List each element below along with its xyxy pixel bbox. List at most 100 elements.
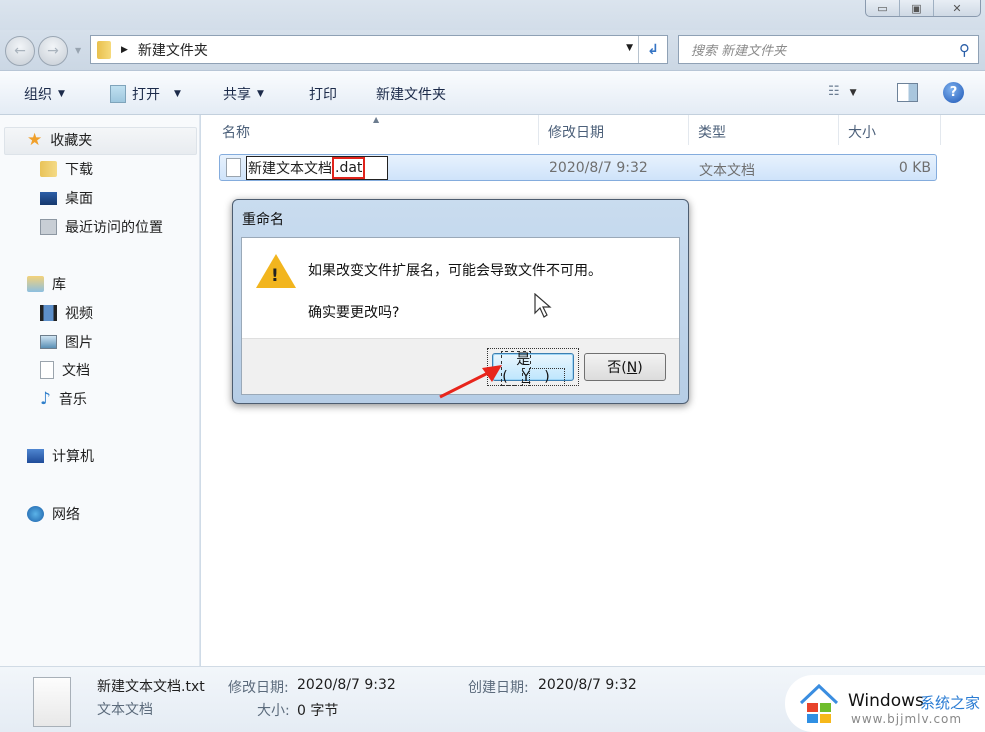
star-icon: ★ xyxy=(27,130,43,150)
change-view-button[interactable]: ☷ ▼ xyxy=(828,84,857,99)
sidebar-label: 视频 xyxy=(65,306,93,322)
chevron-down-icon: ▼ xyxy=(174,89,181,99)
column-header-modified[interactable]: 修改日期 xyxy=(548,122,604,142)
breadcrumb-item[interactable]: 新建文件夹 xyxy=(138,40,208,60)
sidebar-label: 收藏夹 xyxy=(50,133,93,149)
sidebar-label: 音乐 xyxy=(58,392,87,408)
new-folder-button[interactable]: 新建文件夹 xyxy=(376,84,446,104)
details-size-label: 大小: xyxy=(257,703,290,719)
forward-button[interactable]: → xyxy=(38,36,68,66)
print-button[interactable]: 打印 xyxy=(309,84,337,104)
sidebar-item-videos[interactable]: 视频 xyxy=(40,303,93,323)
help-button[interactable]: ? xyxy=(943,82,964,103)
details-created-value: 2020/8/7 9:32 xyxy=(538,677,637,693)
sidebar-item-libraries[interactable]: 库 xyxy=(27,274,66,294)
column-divider[interactable] xyxy=(838,115,839,145)
help-icon: ? xyxy=(949,85,958,100)
column-divider[interactable] xyxy=(940,115,941,145)
organize-label: 组织 xyxy=(24,87,52,103)
details-filename: 新建文本文档.txt xyxy=(97,679,205,695)
cell-size: 0 KB xyxy=(898,160,931,176)
watermark-url: www.bjjmlv.com xyxy=(851,712,963,726)
dialog-message: 如果改变文件扩展名，可能会导致文件不可用。 xyxy=(308,263,602,279)
sidebar-item-documents[interactable]: 文档 xyxy=(40,360,90,380)
recent-pages-dropdown[interactable]: ▼ xyxy=(75,46,81,55)
sidebar-label: 桌面 xyxy=(65,191,93,207)
details-type: 文本文档 xyxy=(97,702,153,718)
extension-highlight: .dat xyxy=(332,157,366,179)
text-file-large-icon xyxy=(33,677,71,727)
chevron-down-icon: ▼ xyxy=(849,88,857,98)
maximize-icon: ▣ xyxy=(911,1,922,15)
back-arrow-icon: ← xyxy=(14,43,26,59)
sidebar-item-pictures[interactable]: 图片 xyxy=(40,332,93,352)
annotation-arrow-icon xyxy=(439,365,502,399)
column-divider[interactable] xyxy=(688,115,689,145)
search-icon[interactable]: ⚲ xyxy=(959,41,970,59)
share-label: 共享 xyxy=(223,87,251,103)
desktop-icon xyxy=(40,191,57,205)
column-header-name[interactable]: 名称 xyxy=(222,122,250,142)
open-button[interactable]: 打开 ▼ xyxy=(110,84,181,104)
preview-pane-button[interactable] xyxy=(897,83,918,102)
column-header-type[interactable]: 类型 xyxy=(698,122,726,142)
address-bar[interactable]: ▶ 新建文件夹 ▼ ↲ xyxy=(90,35,668,64)
minimize-button[interactable]: ▭ xyxy=(866,0,900,16)
sidebar-label: 图片 xyxy=(65,335,93,351)
sidebar-label: 下载 xyxy=(65,162,93,178)
window-controls: ▭ ▣ ✕ xyxy=(865,0,981,17)
computer-icon xyxy=(27,449,44,463)
windows-home-logo-icon xyxy=(799,683,839,723)
search-placeholder: 搜索 新建文件夹 xyxy=(691,44,787,59)
details-modified-value: 2020/8/7 9:32 xyxy=(297,677,396,693)
search-input[interactable]: 搜索 新建文件夹 ⚲ xyxy=(678,35,979,64)
refresh-button[interactable]: ↲ xyxy=(638,36,667,63)
minimize-icon: ▭ xyxy=(877,1,888,15)
maximize-button[interactable]: ▣ xyxy=(900,0,934,16)
warning-exclamation: ! xyxy=(271,266,279,286)
downloads-icon xyxy=(40,161,57,177)
details-modified-label: 修改日期: xyxy=(228,680,289,696)
dialog-question: 确实要更改吗? xyxy=(308,305,400,321)
address-dropdown-icon[interactable]: ▼ xyxy=(626,43,633,53)
refresh-icon: ↲ xyxy=(647,41,659,58)
cell-type: 文本文档 xyxy=(699,163,755,179)
libraries-icon xyxy=(27,276,44,292)
chevron-down-icon: ▼ xyxy=(58,89,65,99)
no-button[interactable]: 否(N) xyxy=(584,353,666,381)
back-button[interactable]: ← xyxy=(5,36,35,66)
video-icon xyxy=(40,305,57,321)
folder-icon xyxy=(97,40,111,59)
close-button[interactable]: ✕ xyxy=(934,0,980,16)
sidebar-item-network[interactable]: 网络 xyxy=(27,504,80,524)
details-created-label: 创建日期: xyxy=(468,680,529,696)
watermark: Windows 系统之家 www.bjjmlv.com xyxy=(785,675,985,732)
sidebar-label: 最近访问的位置 xyxy=(65,220,163,236)
sidebar-item-computer[interactable]: 计算机 xyxy=(27,446,94,466)
sidebar-item-favorites[interactable]: ★ 收藏夹 xyxy=(27,130,92,150)
sidebar-item-desktop[interactable]: 桌面 xyxy=(40,188,93,208)
column-divider[interactable] xyxy=(538,115,539,145)
new-folder-label: 新建文件夹 xyxy=(376,87,446,103)
dialog-title: 重命名 xyxy=(242,212,284,228)
chevron-down-icon: ▼ xyxy=(257,89,264,99)
rename-input[interactable]: 新建文本文档 .dat xyxy=(246,156,388,180)
text-file-icon xyxy=(226,158,241,177)
watermark-brand: Windows xyxy=(848,691,924,711)
organize-button[interactable]: 组织 ▼ xyxy=(24,84,65,104)
breadcrumb-separator-icon[interactable]: ▶ xyxy=(121,45,128,55)
watermark-brand-cn: 系统之家 xyxy=(920,694,981,712)
mouse-cursor-icon xyxy=(534,293,552,318)
share-button[interactable]: 共享 ▼ xyxy=(223,84,264,104)
sidebar-item-downloads[interactable]: 下载 xyxy=(40,159,93,179)
open-label: 打开 xyxy=(132,87,160,103)
details-view-icon: ☷ xyxy=(828,84,840,99)
navigation-bar: ← → ▼ ▶ 新建文件夹 ▼ ↲ 搜索 新建文件夹 ⚲ xyxy=(0,30,985,70)
table-row[interactable]: 新建文本文档 .dat 2020/8/7 9:32 文本文档 0 KB xyxy=(219,154,937,181)
sidebar-item-music[interactable]: ♪ 音乐 xyxy=(40,389,87,409)
notepad-icon xyxy=(110,85,126,103)
pictures-icon xyxy=(40,335,57,349)
column-header-size[interactable]: 大小 xyxy=(848,122,876,142)
sidebar-item-recent-places[interactable]: 最近访问的位置 xyxy=(40,217,163,237)
forward-arrow-icon: → xyxy=(47,43,59,59)
